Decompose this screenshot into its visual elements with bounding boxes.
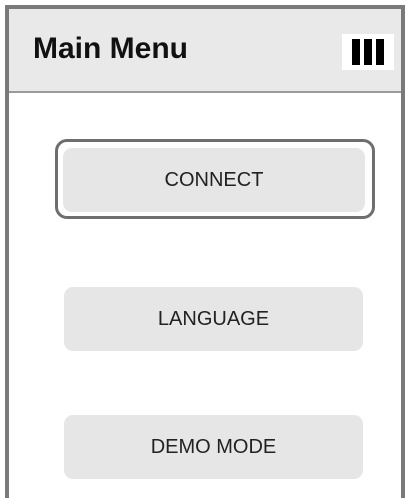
signal-bar [376, 39, 384, 65]
connect-button[interactable]: CONNECT [63, 148, 365, 212]
signal-bars-icon [342, 34, 394, 70]
signal-bar [352, 39, 360, 65]
page-title: Main Menu [33, 32, 188, 65]
header-bar: Main Menu [9, 9, 401, 93]
signal-bar [364, 39, 372, 65]
language-button[interactable]: LANGUAGE [64, 287, 363, 351]
demo-mode-button[interactable]: DEMO MODE [64, 415, 363, 479]
